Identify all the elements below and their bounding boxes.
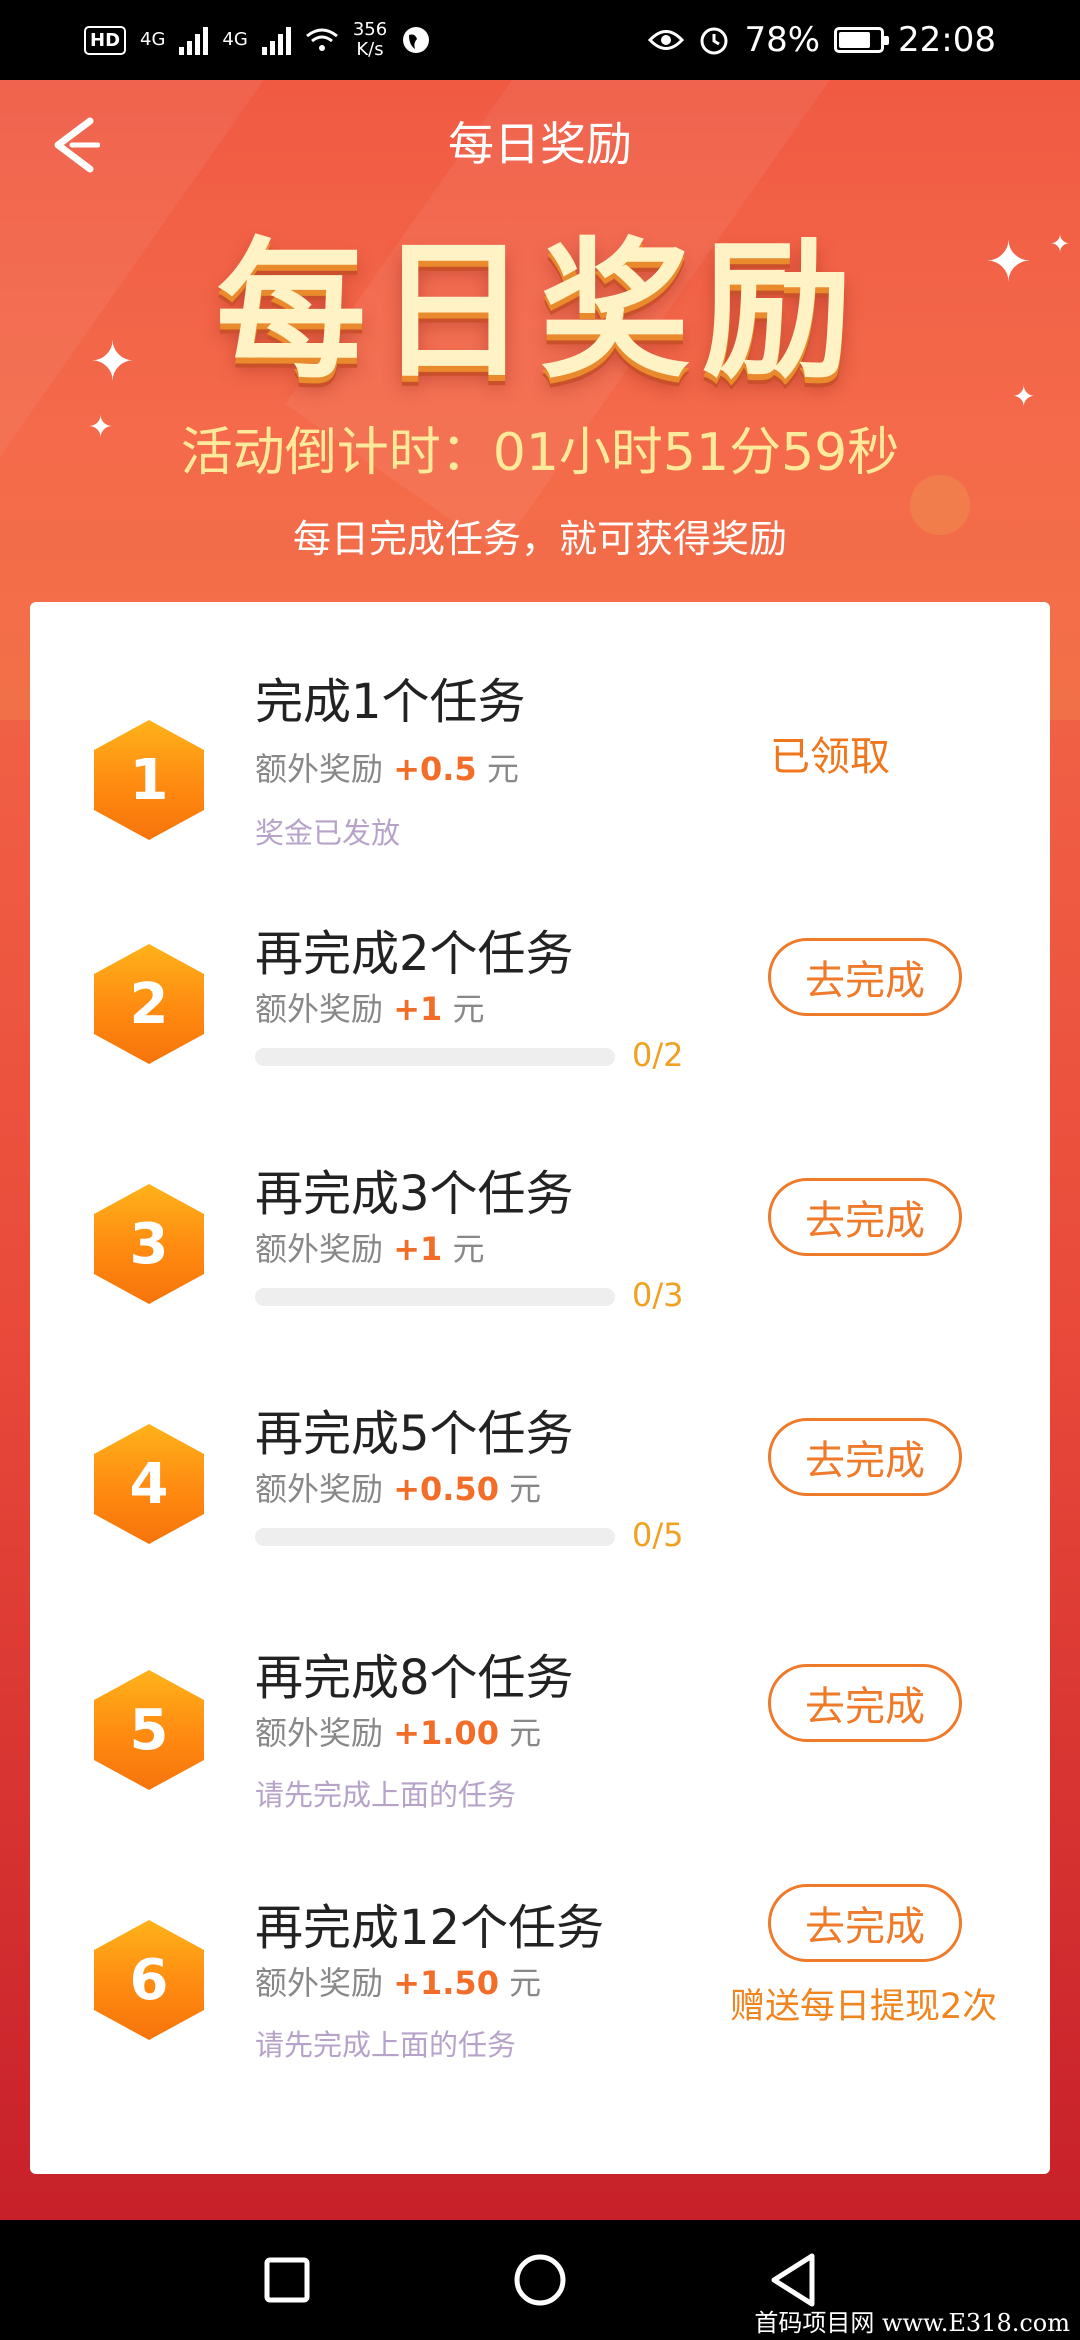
- reward-amount: +1.00: [393, 1714, 499, 1752]
- net-speed-unit: K/s: [356, 39, 384, 60]
- task-title: 再完成12个任务: [255, 1900, 605, 1956]
- task-number-badge: 2: [94, 944, 204, 1064]
- clock: 22:08: [898, 20, 996, 60]
- progress-count: 0/2: [632, 1036, 684, 1074]
- watermark: 首码项目网 www.E318.com: [754, 2309, 1070, 2337]
- net-speed: 356 K/s: [353, 20, 387, 60]
- task-item-6: 6 再完成12个任务 额外奖励 +1.50 元 请先完成上面的任务 去完成 赠送…: [30, 1872, 1050, 2112]
- task-reward: 额外奖励 +1.50 元: [255, 1958, 541, 2004]
- task-reward: 额外奖励 +1.00 元: [255, 1708, 541, 1754]
- task-number-badge: 3: [94, 1184, 204, 1304]
- reward-prefix: 额外奖励: [255, 990, 384, 1028]
- page-title: 每日奖励: [448, 117, 632, 171]
- reward-amount: +0.50: [393, 1470, 499, 1508]
- home-button[interactable]: [500, 2240, 580, 2320]
- task-item-2: 2 再完成2个任务 额外奖励 +1 元 0/2 去完成: [30, 902, 1050, 1142]
- network-type-2: 4G: [222, 29, 248, 50]
- reward-unit: 元: [509, 1964, 542, 2002]
- globe-icon: [403, 27, 430, 53]
- sparkle-icon: ✦: [1050, 230, 1071, 258]
- task-note: 奖金已发放: [255, 816, 401, 850]
- sparkle-icon: ✦: [985, 230, 1032, 295]
- reward-unit: 元: [509, 1714, 542, 1752]
- sparkle-icon: ✦: [1012, 380, 1036, 413]
- task-title: 再完成8个任务: [255, 1650, 574, 1706]
- task-title: 再完成5个任务: [255, 1406, 574, 1462]
- task-title: 再完成3个任务: [255, 1166, 574, 1222]
- wifi-icon: [305, 28, 338, 51]
- reward-prefix: 额外奖励: [255, 750, 384, 788]
- signal-icon-2: [261, 25, 291, 55]
- battery-icon: [834, 27, 890, 53]
- eye-icon: [648, 30, 685, 50]
- reward-prefix: 额外奖励: [255, 1230, 384, 1268]
- claimed-status: 已领取: [770, 734, 890, 780]
- progress-bar: [255, 1528, 615, 1546]
- home-icon: [514, 2254, 566, 2306]
- go-complete-button[interactable]: 去完成: [768, 1664, 962, 1742]
- progress-count: 0/3: [632, 1276, 684, 1314]
- go-complete-button[interactable]: 去完成: [768, 1884, 962, 1962]
- go-complete-button[interactable]: 去完成: [768, 1178, 962, 1256]
- network-type-1: 4G: [140, 29, 166, 50]
- back-icon: [771, 2253, 815, 2307]
- progress-count: 0/5: [632, 1516, 684, 1554]
- task-item-3: 3 再完成3个任务 额外奖励 +1 元 0/3 去完成: [30, 1142, 1050, 1382]
- reward-amount: +1: [393, 1230, 443, 1268]
- sparkle-icon: ✦: [90, 330, 136, 393]
- reward-prefix: 额外奖励: [255, 1714, 384, 1752]
- progress-bar: [255, 1288, 615, 1306]
- status-bar: HD 4G 4G 356 K/s 78% 22:08: [0, 0, 1080, 80]
- reward-amount: +1.50: [393, 1964, 499, 2002]
- reward-prefix: 额外奖励: [255, 1964, 384, 2002]
- task-number-badge: 6: [94, 1920, 204, 2040]
- reward-unit: 元: [452, 1230, 485, 1268]
- task-item-5: 5 再完成8个任务 额外奖励 +1.00 元 请先完成上面的任务 去完成: [30, 1622, 1050, 1862]
- task-number-badge: 1: [94, 720, 204, 840]
- recent-apps-button[interactable]: [247, 2240, 327, 2320]
- reward-amount: +0.5: [393, 750, 477, 788]
- hd-icon: HD: [84, 25, 127, 55]
- reward-prefix: 额外奖励: [255, 1470, 384, 1508]
- reward-unit: 元: [509, 1470, 542, 1508]
- task-number-badge: 4: [94, 1424, 204, 1544]
- task-title: 完成1个任务: [255, 674, 526, 730]
- alarm-icon: [700, 27, 728, 55]
- banner-title: 每日奖励: [215, 225, 864, 399]
- go-complete-button[interactable]: 去完成: [768, 1418, 962, 1496]
- battery-percent: 78%: [744, 20, 821, 60]
- task-reward: 额外奖励 +1 元: [255, 1224, 484, 1270]
- progress-bar: [255, 1048, 615, 1066]
- task-card: 1 完成1个任务 额外奖励 +0.5 元 奖金已发放 已领取 2 再完成2个任务…: [30, 602, 1050, 2174]
- task-note: 请先完成上面的任务: [255, 2028, 517, 2062]
- task-reward: 额外奖励 +0.5 元: [255, 744, 519, 790]
- task-title: 再完成2个任务: [255, 926, 574, 982]
- countdown-timer: 活动倒计时：01小时51分59秒: [180, 423, 900, 483]
- task-item-4: 4 再完成5个任务 额外奖励 +0.50 元 0/5 去完成: [30, 1382, 1050, 1622]
- page-subtitle: 每日完成任务，就可获得奖励: [292, 517, 787, 561]
- task-reward: 额外奖励 +0.50 元: [255, 1464, 541, 1510]
- reward-unit: 元: [486, 750, 519, 788]
- bonus-note: 赠送每日提现2次: [730, 1987, 998, 2027]
- task-number-badge: 5: [94, 1670, 204, 1790]
- recent-apps-icon: [264, 2257, 310, 2303]
- signal-icon: [179, 25, 209, 55]
- task-item-1: 1 完成1个任务 额外奖励 +0.5 元 奖金已发放 已领取: [30, 652, 1050, 892]
- reward-amount: +1: [393, 990, 443, 1028]
- task-note: 请先完成上面的任务: [255, 1778, 517, 1812]
- go-complete-button[interactable]: 去完成: [768, 938, 962, 1016]
- reward-unit: 元: [452, 990, 485, 1028]
- net-speed-value: 356: [352, 19, 388, 40]
- task-reward: 额外奖励 +1 元: [255, 984, 484, 1030]
